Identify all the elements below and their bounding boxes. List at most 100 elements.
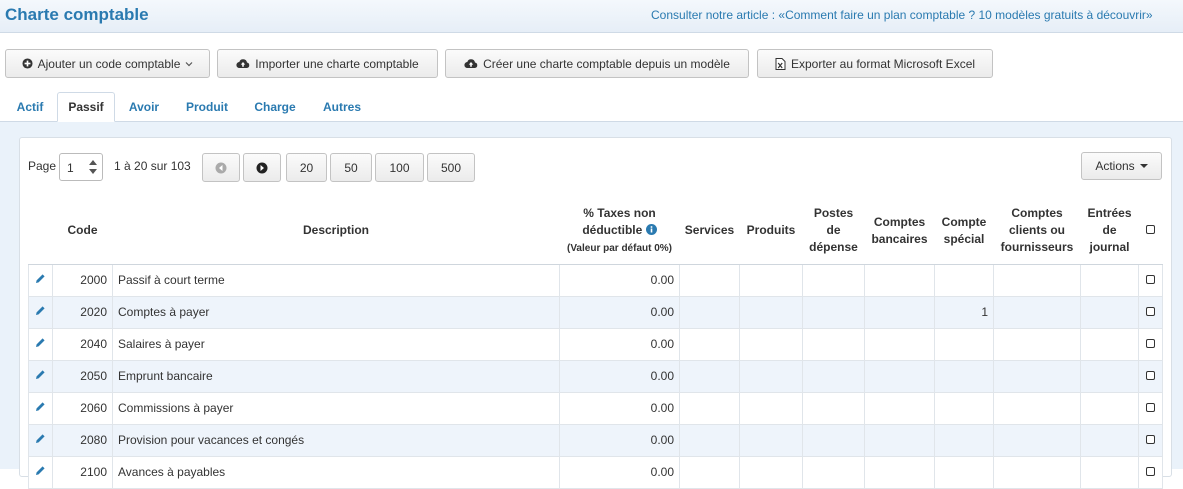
cloud-upload-icon [236,59,250,69]
pencil-icon[interactable] [35,369,46,380]
arrow-left-icon [215,162,227,173]
description-cell: Provision pour vacances et congés [112,424,560,457]
pencil-icon[interactable] [35,305,46,316]
import-chart-button[interactable]: Importer une charte comptable [217,49,438,78]
table-row: 2100 Avances à payables 0.00 [28,456,1163,489]
select-cell[interactable] [1138,456,1163,489]
row-checkbox[interactable] [1146,339,1155,348]
select-cell[interactable] [1138,424,1163,457]
table-row: 2060 Commissions à payer 0.00 [28,392,1163,425]
spinner-arrows-icon[interactable] [88,158,98,176]
pencil-icon[interactable] [35,401,46,412]
header-produits[interactable]: Produits [739,198,803,265]
select-cell[interactable] [1138,296,1163,329]
code-cell: 2060 [52,392,113,425]
add-account-code-button[interactable]: Ajouter un code comptable [5,49,210,78]
clients-cell [993,392,1081,425]
select-cell[interactable] [1138,328,1163,361]
description-cell: Passif à court terme [112,264,560,297]
header-comptes-bancaires[interactable]: Comptes bancaires [864,198,935,265]
taxes-cell: 0.00 [559,392,680,425]
header-entrees-l3: journal [1089,240,1130,255]
services-cell [679,264,740,297]
postes-cell [802,456,865,489]
tab-passif[interactable]: Passif [57,92,115,122]
header-select-all[interactable] [1138,198,1163,265]
header-postes-l3: dépense [809,240,858,255]
row-checkbox[interactable] [1146,371,1155,380]
page-size-50-button[interactable]: 50 [330,153,372,182]
special-cell[interactable] [934,424,994,457]
page-number-input[interactable]: 1 [59,153,103,181]
header-postes-l1: Postes [813,206,854,221]
row-checkbox[interactable] [1146,435,1155,444]
select-cell[interactable] [1138,360,1163,393]
create-from-template-button[interactable]: Créer une charte comptable depuis un mod… [445,49,749,78]
pencil-icon[interactable] [35,465,46,476]
accounts-table: Code Description % Taxes non déductible … [28,198,1163,489]
arrow-right-icon [256,162,268,173]
header-comptes-clients[interactable]: Comptes clients ou fournisseurs [993,198,1081,265]
journal-cell [1080,328,1139,361]
description-cell: Emprunt bancaire [112,360,560,393]
edit-cell[interactable] [28,360,53,393]
bancaires-cell [864,328,935,361]
page-size-20-button[interactable]: 20 [286,153,327,182]
export-excel-button[interactable]: Exporter au format Microsoft Excel [757,49,993,78]
edit-cell[interactable] [28,264,53,297]
special-cell[interactable] [934,360,994,393]
special-cell[interactable] [934,456,994,489]
select-cell[interactable] [1138,264,1163,297]
services-cell [679,296,740,329]
header-description[interactable]: Description [112,198,560,265]
row-checkbox[interactable] [1146,403,1155,412]
special-cell[interactable] [934,328,994,361]
special-cell[interactable]: 1 [934,296,994,329]
header-clients-l3: fournisseurs [1000,240,1074,255]
previous-page-button[interactable] [202,153,240,182]
select-all-checkbox[interactable] [1146,225,1155,235]
page-number-value: 1 [67,161,74,175]
description-cell: Avances à payables [112,456,560,489]
row-checkbox[interactable] [1146,307,1155,316]
page-size-500-button[interactable]: 500 [427,153,475,182]
info-icon[interactable] [645,223,657,235]
tab-autres[interactable]: Autres [314,92,370,122]
special-cell[interactable] [934,392,994,425]
row-checkbox[interactable] [1146,275,1155,284]
row-checkbox[interactable] [1146,467,1155,476]
page-size-100-button[interactable]: 100 [375,153,424,182]
tab-actif[interactable]: Actif [7,92,53,122]
bancaires-cell [864,456,935,489]
code-cell: 2100 [52,456,113,489]
edit-cell[interactable] [28,456,53,489]
edit-cell[interactable] [28,424,53,457]
chevron-down-icon [185,61,193,66]
actions-button[interactable]: Actions [1081,152,1162,180]
special-cell[interactable] [934,264,994,297]
header-entrees-l1: Entrées [1087,206,1132,221]
header-entrees-journal[interactable]: Entrées de journal [1080,198,1139,265]
tab-charge[interactable]: Charge [246,92,304,122]
plus-circle-icon [22,58,33,69]
edit-cell[interactable] [28,296,53,329]
header-postes-depense[interactable]: Postes de dépense [802,198,865,265]
pencil-icon[interactable] [35,433,46,444]
header-taxes[interactable]: % Taxes non déductible (Valeur par défau… [559,198,680,265]
code-cell: 2040 [52,328,113,361]
postes-cell [802,360,865,393]
edit-cell[interactable] [28,328,53,361]
pencil-icon[interactable] [35,273,46,284]
pencil-icon[interactable] [35,337,46,348]
tab-produit[interactable]: Produit [177,92,237,122]
header-compte-special[interactable]: Compte spécial [934,198,994,265]
produits-cell [739,296,803,329]
edit-cell[interactable] [28,392,53,425]
header-bancaires-l1: Comptes [873,214,926,229]
tab-avoir[interactable]: Avoir [121,92,167,122]
article-link[interactable]: Consulter notre article : «Comment faire… [651,8,1153,22]
next-page-button[interactable] [243,153,281,182]
header-services[interactable]: Services [679,198,740,265]
select-cell[interactable] [1138,392,1163,425]
header-code[interactable]: Code [52,198,113,265]
